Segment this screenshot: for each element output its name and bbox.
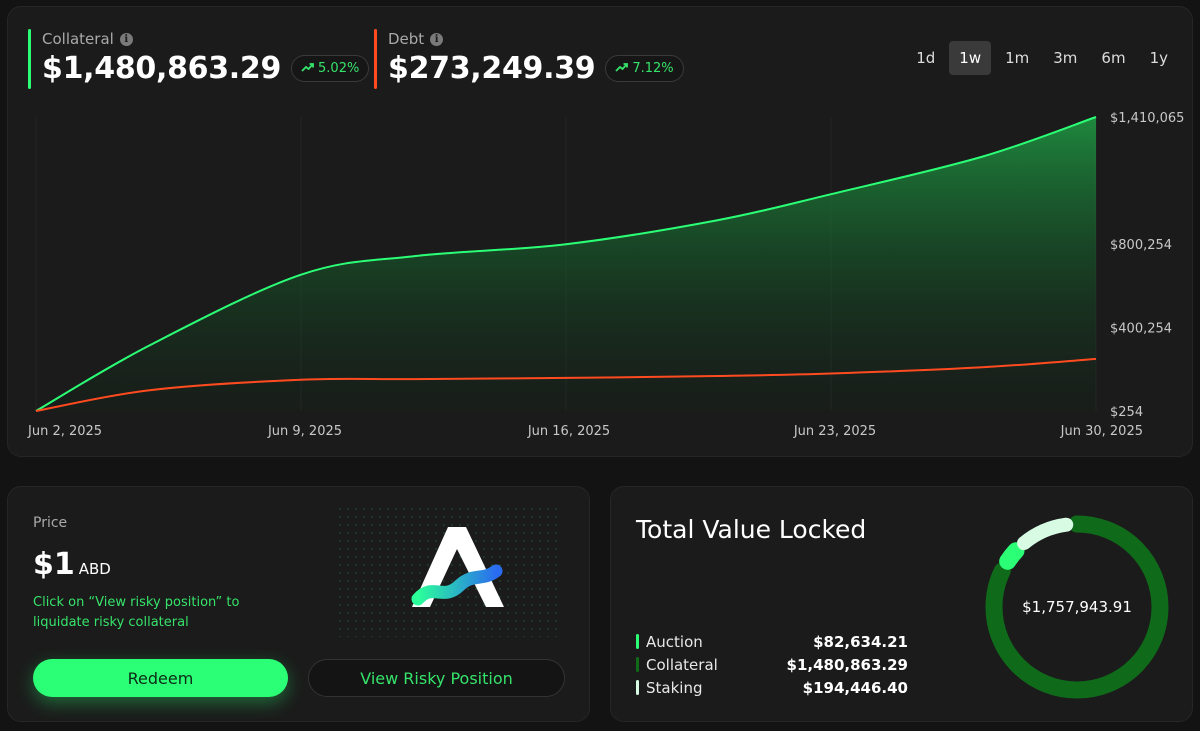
brand-logo [338,507,558,637]
legend-amount: $82,634.21 [813,632,908,651]
x-tick-label: Jun 2, 2025 [27,424,102,439]
trending-up-icon [301,61,314,76]
range-1m[interactable]: 1m [995,41,1039,75]
x-tick-label: Jun 9, 2025 [267,424,342,439]
legend-amount: $194,446.40 [802,678,908,697]
range-1y[interactable]: 1y [1140,41,1178,75]
legend-swatch [636,680,639,695]
collateral-change-badge: 5.02% [291,55,370,82]
debt-change-text: 7.12% [632,61,674,76]
collateral-change-text: 5.02% [318,61,360,76]
price-unit: ABD [78,560,111,578]
x-tick-label: Jun 30, 2025 [1060,424,1143,439]
info-icon[interactable]: i [119,32,133,46]
y-tick-label: $800,254 [1110,238,1172,253]
legend-swatch [636,634,639,649]
collateral-label: Collateral [42,30,114,48]
liquidation-hint: Click on “View risky position” to liquid… [33,595,240,630]
debt-change-badge: 7.12% [605,55,684,82]
y-tick-label: $254 [1110,405,1143,420]
legend-item: Auction $82,634.21 [636,630,908,653]
price-label: Price [33,515,68,531]
range-3m[interactable]: 3m [1043,41,1087,75]
legend-item: Staking $194,446.40 [636,676,908,699]
collateral-metric: Collateral i $1,480,863.29 5.02% [28,29,370,89]
debt-value: $273,249.39 [388,51,596,86]
tvl-title: Total Value Locked [636,515,867,544]
x-tick-label: Jun 23, 2025 [793,424,876,439]
legend-amount: $1,480,863.29 [786,655,908,674]
legend-swatch [636,657,639,672]
range-1w[interactable]: 1w [949,41,992,75]
info-icon[interactable]: i [430,32,444,46]
debt-label: Debt [388,30,425,48]
redeem-button[interactable]: Redeem [33,659,288,697]
portfolio-chart-card: Jun 2, 2025 Jun 9, 2025 Jun 16, 2025 Jun 23… [7,6,1193,457]
debt-color-bar [374,29,377,89]
x-tick-label: Jun 16, 2025 [527,424,610,439]
logo-icon [338,507,558,637]
legend-label: Auction [646,632,703,651]
price-card: Price $1 ABD Click on “View risky positio… [7,486,590,722]
price-value: $1 [33,547,75,582]
range-1d[interactable]: 1d [906,41,945,75]
legend-label: Staking [646,678,703,697]
collateral-color-bar [28,29,31,89]
collateral-value: $1,480,863.29 [42,51,282,86]
trending-up-icon [615,61,629,76]
tvl-card: Total Value Locked Auction $82,634.21 Co… [610,486,1193,722]
price-value-row: $1 ABD [33,547,111,582]
view-risky-position-button[interactable]: View Risky Position [308,659,565,697]
debt-metric: Debt i $273,249.39 7.12% [374,29,684,89]
y-tick-label: $400,254 [1110,322,1172,337]
tvl-total: $1,757,943.91 [1022,598,1132,616]
legend-item: Collateral $1,480,863.29 [636,653,908,676]
range-6m[interactable]: 6m [1091,41,1135,75]
tvl-legend: Auction $82,634.21 Collateral $1,480,863… [636,630,908,699]
tvl-donut-chart: $1,757,943.91 [977,507,1177,707]
time-range-selector: 1d 1w 1m 3m 6m 1y [906,41,1178,75]
legend-label: Collateral [646,655,718,674]
y-tick-label: $1,410,065 [1110,111,1184,126]
